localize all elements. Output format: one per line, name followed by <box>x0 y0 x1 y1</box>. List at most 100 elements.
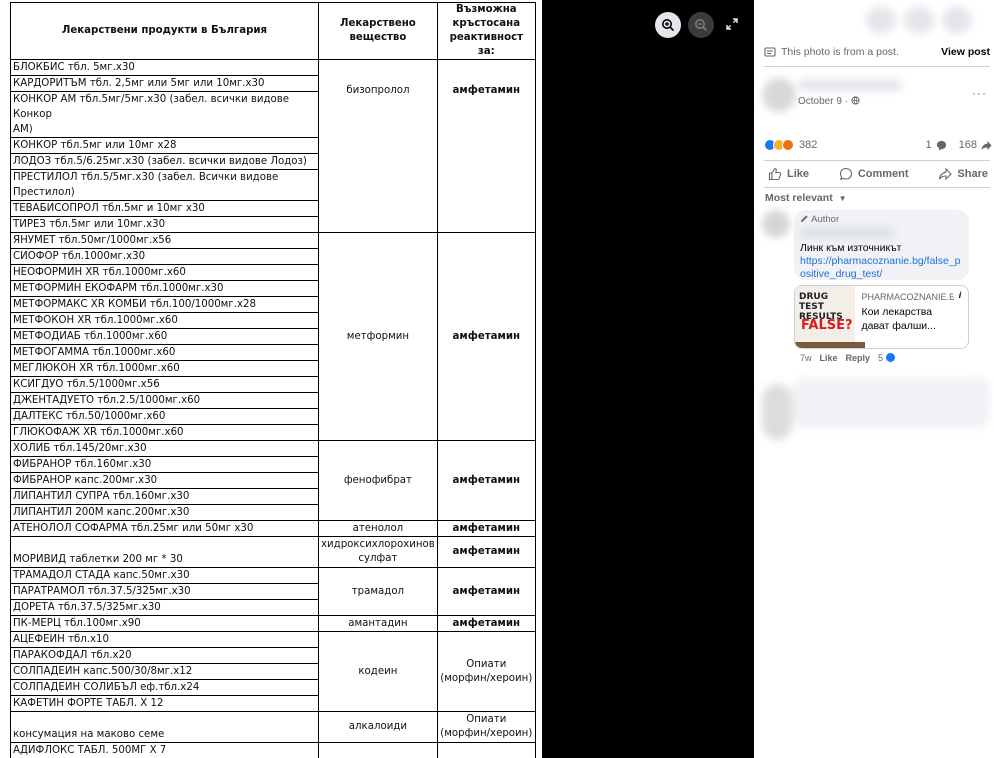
product-cell: ПАРАТРАМОЛ тбл.37.5/325мг.x30 <box>10 583 319 600</box>
author-badge-text: Author <box>811 214 840 225</box>
product-line: ЛИПАНТИЛ 200М капс.200мг.x30 <box>13 507 190 518</box>
comment-reply-button[interactable]: Reply <box>846 353 871 363</box>
link-preview-body: PHARMACOZNANIE.BG Кои лекарства дават фа… <box>855 286 968 348</box>
reaction-count[interactable]: 382 <box>799 139 817 151</box>
post-date[interactable]: October 9 · <box>798 96 860 107</box>
product-line: ПК-МЕРЦ тбл.100мг.x90 <box>13 618 141 629</box>
view-post-link[interactable]: View post <box>941 46 990 58</box>
product-line: МЕТФОРМИН ЕКОФАРМ тбл.1000мг.x30 <box>13 283 224 294</box>
post-actions: Like Comment Share <box>764 164 992 184</box>
product-line: ФИБРАНОР капс.200мг.x30 <box>13 475 158 486</box>
poster-avatar[interactable] <box>762 78 796 112</box>
sort-label[interactable]: Most relevant <box>765 192 833 204</box>
table-row: ПК-МЕРЦ тбл.100мг.x90 амантадин амфетамин <box>10 615 536 632</box>
comment-icon <box>839 167 852 181</box>
product-cell: МЕТФОРМАКС XR КОМБИ тбл.100/1000мг.x28 <box>10 296 319 313</box>
product-line: КОНКОР тбл.5мг или 10мг x28 <box>13 140 177 151</box>
zoom-in-icon <box>662 19 675 32</box>
table-row: ЯНУМЕТ тбл.50мг/1000мг.x56 метформин амфет… <box>10 232 536 441</box>
caret-down-icon: ▼ <box>838 194 847 203</box>
product-line: ЯНУМЕТ тбл.50мг/1000мг.x56 <box>13 235 172 246</box>
share-count[interactable]: 168 <box>959 139 977 151</box>
product-line: МЕТФОГАММА тбл.1000мг.x60 <box>13 347 176 358</box>
product-line: консумация на маково семе <box>13 729 165 740</box>
substance-cell: бизопролол <box>318 59 438 233</box>
substance-cell: хидроксихлорохинов сулфат <box>318 536 438 568</box>
comment-button[interactable]: Comment <box>835 164 913 184</box>
product-cell: ЛИПАНТИЛ СУПРА тбл.160мг.x30 <box>10 488 319 505</box>
author-badge: Author <box>800 214 963 225</box>
substance-cell: алкалоиди <box>318 711 438 743</box>
product-cell: ТРАМАДОЛ СТАДА капс.50мг.x30 <box>10 567 319 584</box>
poster-name-blurred[interactable] <box>798 79 902 91</box>
product-line <box>13 537 316 552</box>
product-line: ХОЛИБ тбл.145/20мг.x30 <box>13 443 147 454</box>
reactions-summary[interactable]: 382 1 168 <box>764 139 992 151</box>
product-cell: ДАЛТЕКС тбл.50/1000мг.x60 <box>10 408 319 425</box>
reactivity-cell: амфетамин <box>436 440 536 521</box>
product-line: ДОРЕТА тбл.37.5/325мг.x30 <box>13 602 161 613</box>
product-line: МЕГЛЮКОН XR тбл.1000мг.x60 <box>13 363 180 374</box>
like-button[interactable]: Like <box>764 164 813 184</box>
zoom-out-button[interactable] <box>688 12 714 38</box>
product-line: ТРАМАДОЛ СТАДА капс.50мг.x30 <box>13 570 190 581</box>
product-cell: ПАРАКОФДАЛ тбл.x20 <box>10 647 319 664</box>
comment-label[interactable]: Comment <box>858 168 909 180</box>
expand-button[interactable] <box>722 14 742 34</box>
table-row: ТРАМАДОЛ СТАДА капс.50мг.x30 трамадол амфе… <box>10 567 536 616</box>
product-cell: ЯНУМЕТ тбл.50мг/1000мг.x56 <box>10 232 319 249</box>
product-cell: АЦЕФЕИН тбл.x10 <box>10 631 319 648</box>
reactivity-cell: амфетамин <box>436 520 536 537</box>
product-cell: ДЖЕНТАДУЕТО тбл.2.5/1000мг.x60 <box>10 392 319 409</box>
comment-count[interactable]: 1 <box>926 139 932 151</box>
more-options-icon[interactable]: ··· <box>972 86 987 100</box>
photo-viewer[interactable] <box>542 0 754 758</box>
expand-icon <box>726 18 738 30</box>
product-cell: МЕТФОГАММА тбл.1000мг.x60 <box>10 344 319 361</box>
substance-cell: кодеин <box>318 631 438 712</box>
post-sidebar: This photo is from a post. View post Oct… <box>754 0 994 758</box>
header-products: Лекарствени продукти в България <box>10 2 319 60</box>
comment-link[interactable]: https://pharmacoznanie.bg/false_positive… <box>800 255 963 281</box>
post-date-text[interactable]: October 9 · <box>798 96 851 107</box>
product-cell: ФИБРАНОР тбл.160мг.x30 <box>10 456 319 473</box>
share-icon <box>939 167 953 181</box>
product-line: ДАЛТЕКС тбл.50/1000мг.x60 <box>13 411 166 422</box>
product-line: ЛОДОЗ тбл.5/6.25мг.x30 (забел. всички ви… <box>13 156 307 167</box>
reactivity-cell: амфетамин <box>436 536 536 568</box>
comment-likes[interactable]: 5 <box>878 352 897 363</box>
reactivity-cell: Опиати (морфин/хероин) <box>436 631 536 712</box>
post-note: This photo is from a post. View post <box>764 46 990 58</box>
product-cell: КСИГДУО тбл.5/1000мг.x56 <box>10 376 319 393</box>
zoom-in-button[interactable] <box>655 12 681 38</box>
product-line: АТЕНОЛОЛ СОФАРМА тбл.25мг или 50мг x30 <box>13 523 254 534</box>
product-line: АЦЕФЕИН тбл.x10 <box>13 634 110 645</box>
commenter-avatar[interactable] <box>762 210 790 238</box>
table-row: АТЕНОЛОЛ СОФАРМА тбл.25мг или 50мг x30 ат… <box>10 520 536 537</box>
comment-age[interactable]: 7w <box>800 353 812 363</box>
blurred-comment <box>762 378 990 440</box>
table-row: АДИФЛОКС ТАБЛ. 500МГ X 7 <box>10 742 536 758</box>
product-line: МЕТФОКОН XR тбл.1000мг.x60 <box>13 315 178 326</box>
share-button[interactable]: Share <box>934 164 992 184</box>
reactivity-cell: амфетамин <box>436 59 536 233</box>
product-line <box>13 712 316 727</box>
reactivity-cell: амфетамин <box>436 567 536 616</box>
like-label[interactable]: Like <box>787 168 809 180</box>
share-label[interactable]: Share <box>957 168 988 180</box>
info-icon[interactable]: i <box>953 288 967 302</box>
commenter-name-blurred[interactable] <box>800 228 894 238</box>
product-cell: ПРЕСТИЛОЛ тбл.5/5мг.x30 (забел. Всички в… <box>10 169 319 201</box>
product-cell: ЛИПАНТИЛ 200М капс.200мг.x30 <box>10 504 319 521</box>
comment-likes-count[interactable]: 5 <box>878 353 883 363</box>
link-preview-card[interactable]: DRUG TEST RESULTS FALSE? PHARMACOZNANIE.B… <box>794 285 969 349</box>
table-row: БЛОКБИС тбл. 5мг.x30 бизопролол амфетамин <box>10 59 536 233</box>
product-line: АДИФЛОКС ТАБЛ. 500МГ X 7 <box>13 745 167 756</box>
comment-like-button[interactable]: Like <box>820 353 838 363</box>
product-line: ТЕВАБИСОПРОЛ тбл.5мг и 10мг x30 <box>13 203 205 214</box>
product-line: АМ) <box>13 124 33 135</box>
comment-sort-dropdown[interactable]: Most relevant ▼ <box>765 192 847 204</box>
substance-cell: амантадин <box>318 615 438 632</box>
product-line: ПРЕСТИЛОЛ тбл.5/5мг.x30 (забел. Всички в… <box>13 172 279 183</box>
product-cell: ХОЛИБ тбл.145/20мг.x30 <box>10 440 319 457</box>
